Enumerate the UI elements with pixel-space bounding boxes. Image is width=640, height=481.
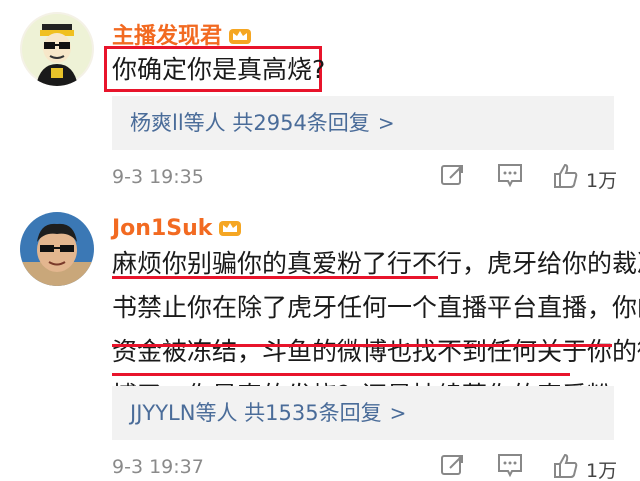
reply-count[interactable]: 共2954条回复: [232, 111, 369, 135]
reply-summary[interactable]: 杨爽ll等人 共2954条回复 >: [112, 96, 614, 150]
like-count: 1万: [586, 460, 618, 481]
share-icon[interactable]: [440, 162, 466, 193]
highlight-underline: [112, 373, 570, 376]
reply-users[interactable]: 杨爽ll等人: [130, 111, 226, 135]
highlight-underline: [112, 344, 612, 347]
timestamp: 9-3 19:35: [112, 166, 204, 188]
comment-line: 资金被冻结，斗鱼的微博也找不到任何关于你的微: [112, 337, 640, 366]
comment-2: Jon1Suk 麻烦你别骗你的真爱粉了行不行，虎牙给你的裁决 书禁止你在除了虎牙…: [0, 200, 640, 481]
comment-text: 你确定你是真高烧?: [112, 48, 325, 92]
comment-icon[interactable]: [496, 452, 524, 481]
like-icon[interactable]: [552, 452, 580, 481]
comment-icon[interactable]: [496, 162, 524, 193]
like-count: 1万: [586, 170, 618, 192]
reply-count[interactable]: 共1535条回复: [244, 401, 381, 425]
comment-meta: 9-3 19:37 1万: [112, 452, 622, 481]
like-icon[interactable]: [552, 162, 580, 195]
reply-summary[interactable]: JJYYLN等人 共1535条回复 >: [112, 386, 614, 440]
reply-users[interactable]: JJYYLN等人: [130, 401, 237, 425]
avatar-illustration: [20, 212, 94, 286]
chevron-right-icon: >: [389, 401, 407, 425]
username-label[interactable]: Jon1Suk: [112, 216, 212, 241]
comment-line: 你确定你是真高烧?: [112, 55, 326, 84]
avatar[interactable]: [20, 12, 94, 86]
comment-1: 主播发现君 你确定你是真高烧? 杨爽ll等人 共2954条回复 > 9-3 19:…: [0, 0, 640, 200]
chevron-right-icon: >: [377, 111, 395, 135]
avatar-illustration: [20, 12, 94, 86]
avatar[interactable]: [20, 212, 94, 286]
timestamp: 9-3 19:37: [112, 456, 204, 478]
crown-icon: [218, 217, 242, 243]
comment-line: 书禁止你在除了虎牙任何一个直播平台直播，你的: [112, 293, 640, 322]
comment-line: 麻烦你别骗你的真爱粉了行不行，虎牙给你的裁决: [112, 249, 640, 278]
highlight-underline: [112, 276, 438, 279]
username[interactable]: Jon1Suk: [112, 216, 242, 243]
comment-meta: 9-3 19:35 1万: [112, 162, 622, 192]
share-icon[interactable]: [440, 452, 466, 481]
